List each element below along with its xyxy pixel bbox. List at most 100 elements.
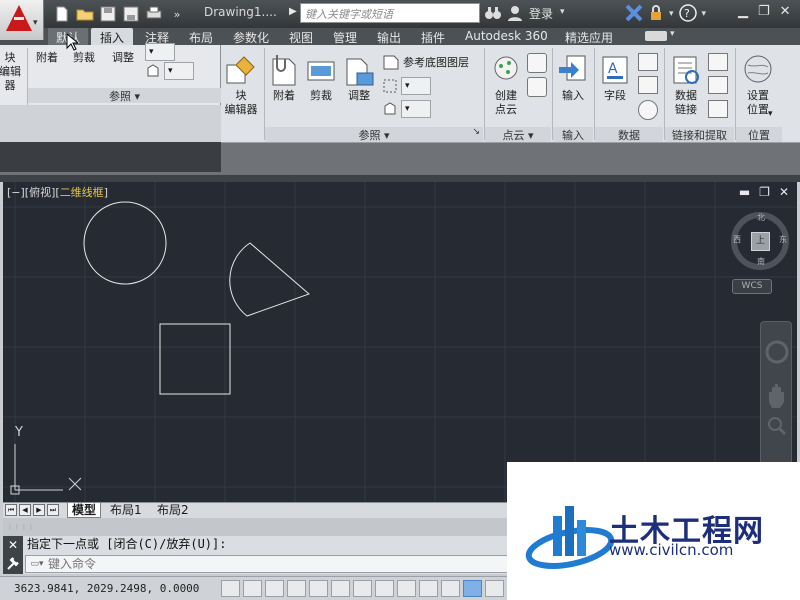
snap-mode-icon[interactable] (243, 580, 262, 597)
extract-data-icon[interactable] (708, 53, 728, 71)
customize-wrench-icon[interactable] (3, 554, 23, 574)
dynamic-ucs-icon[interactable] (397, 580, 416, 597)
tab-layout[interactable]: 布局 (189, 28, 213, 45)
tab-manage[interactable]: 管理 (333, 28, 357, 45)
snap-underlay-select[interactable]: ▾ (401, 100, 431, 118)
compass-west-label[interactable]: 西 (733, 234, 741, 245)
panel-title-reference[interactable]: 参照 ▾ ↘ (265, 127, 483, 142)
object-snap-tracking-icon[interactable] (375, 580, 394, 597)
download-from-source-icon[interactable] (708, 100, 728, 118)
help-dropdown-icon[interactable]: ▾ (702, 9, 707, 19)
update-fields-icon[interactable] (638, 53, 658, 71)
transparency-icon[interactable] (463, 580, 482, 597)
field-button[interactable]: A 字段 (598, 53, 632, 103)
point-cloud-index-icon[interactable] (527, 77, 547, 97)
exchange-apps-icon[interactable] (625, 4, 643, 25)
save-as-icon[interactable] (121, 4, 141, 24)
flyout-snap-select[interactable]: ▾ (164, 62, 194, 80)
frame-select[interactable]: ▾ (401, 77, 431, 95)
create-point-cloud-button[interactable]: 创建 点云 (488, 53, 524, 117)
stay-connected-dropdown-icon[interactable]: ▾ (669, 9, 674, 19)
tab-featured-apps[interactable]: 精选应用 (565, 28, 613, 45)
circle-shape[interactable] (83, 201, 167, 285)
tab-layout1[interactable]: 布局1 (106, 503, 146, 518)
import-button[interactable]: 输入 (556, 53, 590, 103)
object-snap-icon[interactable] (331, 580, 350, 597)
ortho-mode-icon[interactable] (287, 580, 306, 597)
more-commands-icon[interactable]: » (167, 4, 187, 24)
pan-hand-icon[interactable] (769, 384, 784, 408)
hyperlink-icon[interactable] (638, 100, 658, 120)
set-location-dropdown-icon[interactable]: ▾ (768, 107, 773, 121)
ribbon-toggle-icon[interactable] (645, 31, 667, 41)
infer-constraints-icon[interactable] (221, 580, 240, 597)
underlay-layers-button[interactable]: 参考底图图层 (382, 54, 469, 70)
viewcube[interactable]: 上 北 南 西 东 (731, 212, 789, 270)
flyout-adjust-button[interactable]: 调整 (112, 51, 134, 65)
point-cloud-attach-icon[interactable] (527, 53, 547, 73)
compass-north-label[interactable]: 北 (757, 212, 765, 223)
3d-object-snap-icon[interactable] (353, 580, 372, 597)
compass-east-label[interactable]: 东 (779, 234, 787, 245)
viewport-close-icon[interactable]: ✕ (779, 185, 789, 199)
polar-tracking-icon[interactable] (309, 580, 328, 597)
flyout-block-editor-button[interactable]: 块 编辑器 (0, 51, 24, 93)
save-icon[interactable] (98, 4, 118, 24)
search-input[interactable]: 键入关键字或短语 (300, 3, 480, 23)
frame-dropdown[interactable]: ▾ (382, 77, 431, 95)
ole-object-icon[interactable] (638, 76, 658, 94)
user-icon[interactable] (506, 4, 524, 25)
login-dropdown-icon[interactable]: ▾ (560, 7, 565, 17)
a360-icon[interactable] (647, 4, 665, 25)
open-file-icon[interactable] (75, 4, 95, 24)
tab-view[interactable]: 视图 (289, 28, 313, 45)
flyout-snap-dropdown[interactable]: ▾ (145, 62, 194, 80)
search-expand-icon[interactable]: ▶ (289, 6, 297, 17)
visual-style-label[interactable]: 二维线框 (60, 186, 104, 199)
coordinates-display[interactable]: 3623.9841, 2029.2498, 0.0000 (14, 582, 199, 595)
restore-icon[interactable]: ❐ (758, 4, 770, 19)
tab-plugins[interactable]: 插件 (421, 28, 445, 45)
drawing-canvas[interactable]: Y X [−][俯视][二维线框] ▬ ❐ ✕ 上 北 南 西 东 WCS (3, 182, 797, 502)
grid-display-icon[interactable] (265, 580, 284, 597)
viewport-restore-icon[interactable]: ❐ (759, 185, 770, 199)
snap-underlay-dropdown[interactable]: ▾ (382, 100, 431, 118)
block-editor-button[interactable]: 块 编辑器 (222, 53, 260, 117)
ribbon-toggle-dropdown-icon[interactable]: ▾ (670, 29, 675, 39)
tab-output[interactable]: 输出 (377, 28, 401, 45)
flyout-attach-button[interactable]: 附着 (36, 51, 58, 65)
square-shape[interactable] (159, 323, 231, 395)
new-file-icon[interactable] (52, 4, 72, 24)
flyout-clip-button[interactable]: 剪裁 (73, 51, 95, 65)
adjust-button[interactable]: 调整 (342, 53, 376, 103)
dynamic-input-icon[interactable] (419, 580, 438, 597)
tab-insert[interactable]: 插入 (91, 28, 133, 45)
tab-autodesk-360[interactable]: Autodesk 360 (465, 28, 548, 45)
upload-to-source-icon[interactable] (708, 76, 728, 94)
prev-layout-icon[interactable]: ◀ (19, 504, 31, 516)
login-button[interactable]: 登录 (529, 5, 553, 22)
data-link-button[interactable]: 数据 链接 (668, 53, 704, 117)
viewport-controls-label[interactable]: [−][俯视][二维线框] (7, 184, 108, 200)
print-icon[interactable] (144, 4, 164, 24)
viewport-view-label[interactable]: [−][俯视][ (7, 186, 60, 199)
tab-layout2[interactable]: 布局2 (153, 503, 193, 518)
lineweight-icon[interactable] (441, 580, 460, 597)
panel-title-point-cloud[interactable]: 点云 ▾ (485, 127, 551, 142)
minimize-icon[interactable]: ▁ (738, 4, 748, 19)
viewcube-top-face[interactable]: 上 (751, 232, 770, 251)
dialog-launcher-icon[interactable]: ↘ (472, 127, 480, 137)
help-icon[interactable]: ? (678, 3, 698, 26)
flyout-panel-title[interactable]: 参照 ▾ (28, 88, 221, 103)
tab-parametric[interactable]: 参数化 (233, 28, 269, 45)
first-layout-icon[interactable]: ⏮ (5, 504, 17, 516)
tab-model[interactable]: 模型 (67, 503, 102, 518)
quick-properties-icon[interactable] (485, 580, 504, 597)
wcs-menu-button[interactable]: WCS (732, 279, 772, 294)
set-location-button[interactable]: 设置 位置 ▾ (739, 53, 777, 119)
command-line-close-icon[interactable]: ✕ (3, 536, 23, 554)
compass-south-label[interactable]: 南 (757, 256, 765, 267)
flyout-frame-dropdown[interactable]: ▾ (145, 43, 175, 61)
close-icon[interactable]: ✕ (780, 4, 791, 19)
steering-wheel-icon[interactable] (765, 340, 789, 364)
